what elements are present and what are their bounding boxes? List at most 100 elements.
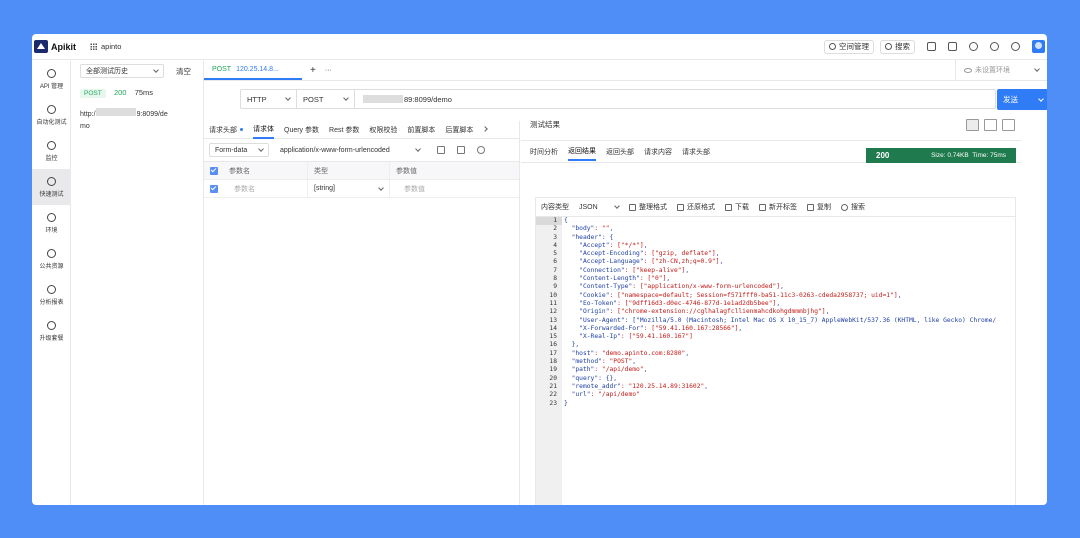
format-select[interactable]: JSON <box>579 200 620 214</box>
calendar-icon[interactable] <box>927 42 936 51</box>
tab-time-analysis[interactable]: 时间分析 <box>530 143 558 161</box>
nav-item-report[interactable]: 分析报表 <box>32 277 71 313</box>
code-line: "Cookie": ["namespace=default; Session=f… <box>564 291 902 299</box>
tab-request-body[interactable]: 请求体 <box>253 121 274 139</box>
history-item[interactable]: POST 200 75ms http:/ 9:8099/de mo <box>72 81 203 133</box>
clear-history-button[interactable]: 清空 <box>176 66 191 77</box>
code-line: "Accept": ["*/*"], <box>564 241 648 249</box>
split-horizontal-icon[interactable] <box>984 118 997 131</box>
nav-item-upgrade[interactable]: 升级套餐 <box>32 313 71 349</box>
tab-request-headers[interactable]: 请求头部 <box>209 121 243 139</box>
download-button[interactable]: 下载 <box>725 202 749 212</box>
row-checkbox[interactable] <box>210 184 218 193</box>
download-icon[interactable] <box>948 42 957 51</box>
tab-response-body[interactable]: 返回结果 <box>568 143 596 161</box>
tab-request-content[interactable]: 请求内容 <box>644 143 672 161</box>
nav-label: 快速测试 <box>39 191 64 198</box>
tab-label: 权限校验 <box>369 126 398 134</box>
tab-result-request-headers[interactable]: 请求头部 <box>682 143 710 161</box>
bell-icon[interactable] <box>990 42 999 51</box>
content-type-select[interactable]: application/x-www-form-urlencoded <box>275 143 425 157</box>
search-code-button[interactable]: 搜索 <box>841 202 865 212</box>
nav-item-quick-test[interactable]: 快速测试 <box>32 169 71 205</box>
code-line: "Content-Length": ["0"], <box>564 275 671 283</box>
protocol-select[interactable]: HTTP <box>241 90 297 108</box>
code-line: "X-Forwarded-For": ["59.41.160.167:28566… <box>564 324 743 332</box>
history-filter-select[interactable]: 全部测试历史 <box>80 64 164 78</box>
space-manage-button[interactable]: 空间管理 <box>824 39 874 54</box>
tab-url: 120.25.14.8... <box>236 65 279 73</box>
split-vertical-icon[interactable] <box>966 118 979 131</box>
code-line: "Origin": ["chrome-extension://cglhalagf… <box>564 308 830 316</box>
tab-auth[interactable]: 权限校验 <box>369 121 397 139</box>
nav-label: 监控 <box>45 155 58 162</box>
code-line: "path": "/api/demo", <box>564 366 648 374</box>
code-line: } <box>564 399 568 407</box>
line-number: 21 <box>549 382 557 390</box>
request-tab[interactable]: POST 120.25.14.8... <box>204 60 302 80</box>
code-line: "Connection": ["keep-alive"], <box>564 266 690 274</box>
url-input[interactable]: 89:8099/demo <box>355 90 995 108</box>
workspace-name: apinto <box>101 42 122 51</box>
share-icon <box>47 248 56 258</box>
switch-icon[interactable] <box>457 146 465 154</box>
line-number: 16 <box>549 341 557 349</box>
search-button[interactable]: 搜索 <box>880 39 915 54</box>
response-time: 75ms <box>134 88 154 97</box>
chevron-right-icon[interactable] <box>482 125 489 132</box>
param-value-input[interactable]: 参数值 <box>390 184 425 194</box>
tab-query-params[interactable]: Query 参数 <box>284 121 319 139</box>
nav-item-api-manage[interactable]: API 管理 <box>32 61 71 97</box>
url-line2: mo <box>80 123 90 130</box>
tab-pre-script[interactable]: 前置脚本 <box>407 121 435 139</box>
line-number: 17 <box>549 349 557 357</box>
tab-response-headers[interactable]: 返回头部 <box>606 143 634 161</box>
nav-item-environment[interactable]: 环境 <box>32 205 71 241</box>
environment-select[interactable]: 未设置环境 <box>955 60 1047 80</box>
chevron-down-icon <box>258 146 264 152</box>
tab-rest-params[interactable]: Rest 参数 <box>329 121 359 139</box>
left-nav: API 管理 自动化测试 监控 快速测试 环境 公共资源 分析报表 升级套餐 <box>32 61 71 505</box>
raw-format-button[interactable]: 还原格式 <box>677 202 715 212</box>
code-line: "query": {}, <box>564 374 618 382</box>
url-prefix: http:/ <box>80 111 96 118</box>
line-number: 4 <box>553 241 557 249</box>
copy-button[interactable]: 复制 <box>807 202 831 212</box>
workspace-switcher[interactable]: apinto <box>90 42 121 51</box>
body-mode-select[interactable]: Form-data <box>209 143 269 157</box>
line-number: 9 <box>553 283 557 291</box>
tab-label: 请求头部 <box>682 148 710 156</box>
bulk-edit-icon[interactable] <box>437 146 445 154</box>
history-panel: 全部测试历史 清空 POST 200 75ms http:/ 9:8099/de … <box>72 61 204 505</box>
tab-post-script[interactable]: 后置脚本 <box>445 121 473 139</box>
nav-item-public-resource[interactable]: 公共资源 <box>32 241 71 277</box>
result-title: 测试结果 <box>530 120 560 129</box>
gear-icon[interactable] <box>1011 42 1020 51</box>
send-button[interactable]: 发送 <box>997 89 1047 110</box>
param-type-label: [string] <box>314 185 336 192</box>
select-all-checkbox[interactable] <box>210 166 218 175</box>
status-badge: 200 Size: 0.74KB Time: 75ms <box>866 148 1016 163</box>
fullscreen-icon[interactable] <box>1002 118 1015 131</box>
line-number: 10 <box>549 291 557 299</box>
content-type-label: application/x-www-form-urlencoded <box>280 146 390 154</box>
nav-item-auto-test[interactable]: 自动化测试 <box>32 97 71 133</box>
avatar[interactable] <box>1032 40 1045 53</box>
column-type-header: 类型 <box>308 161 390 180</box>
add-tab-button[interactable]: + <box>310 65 316 76</box>
open-new-tab-button[interactable]: 新开标签 <box>759 202 797 212</box>
nav-item-monitor[interactable]: 监控 <box>32 133 71 169</box>
more-tabs-button[interactable]: ··· <box>325 67 332 74</box>
chevron-down-icon <box>614 203 620 209</box>
param-name-input[interactable]: 参数名 <box>226 179 308 198</box>
help-icon[interactable] <box>969 42 978 51</box>
code-editor[interactable]: 1 2 3 4 5 6 7 8 9 10 11 12 13 14 15 16 17 18 19 20 21 22 23 { … <box>536 217 1015 505</box>
app-name: Apikit <box>51 41 77 52</box>
method-select[interactable]: POST <box>297 90 355 108</box>
app-logo[interactable]: Apikit <box>34 40 84 53</box>
param-type-select[interactable]: [string] <box>308 179 390 198</box>
beautify-button[interactable]: 整理格式 <box>629 202 667 212</box>
status-code: 200 <box>876 151 890 160</box>
settings-icon[interactable] <box>477 146 485 154</box>
main-area: POST 120.25.14.8... + ··· 未设置环境 HTTP POS… <box>204 60 1047 505</box>
